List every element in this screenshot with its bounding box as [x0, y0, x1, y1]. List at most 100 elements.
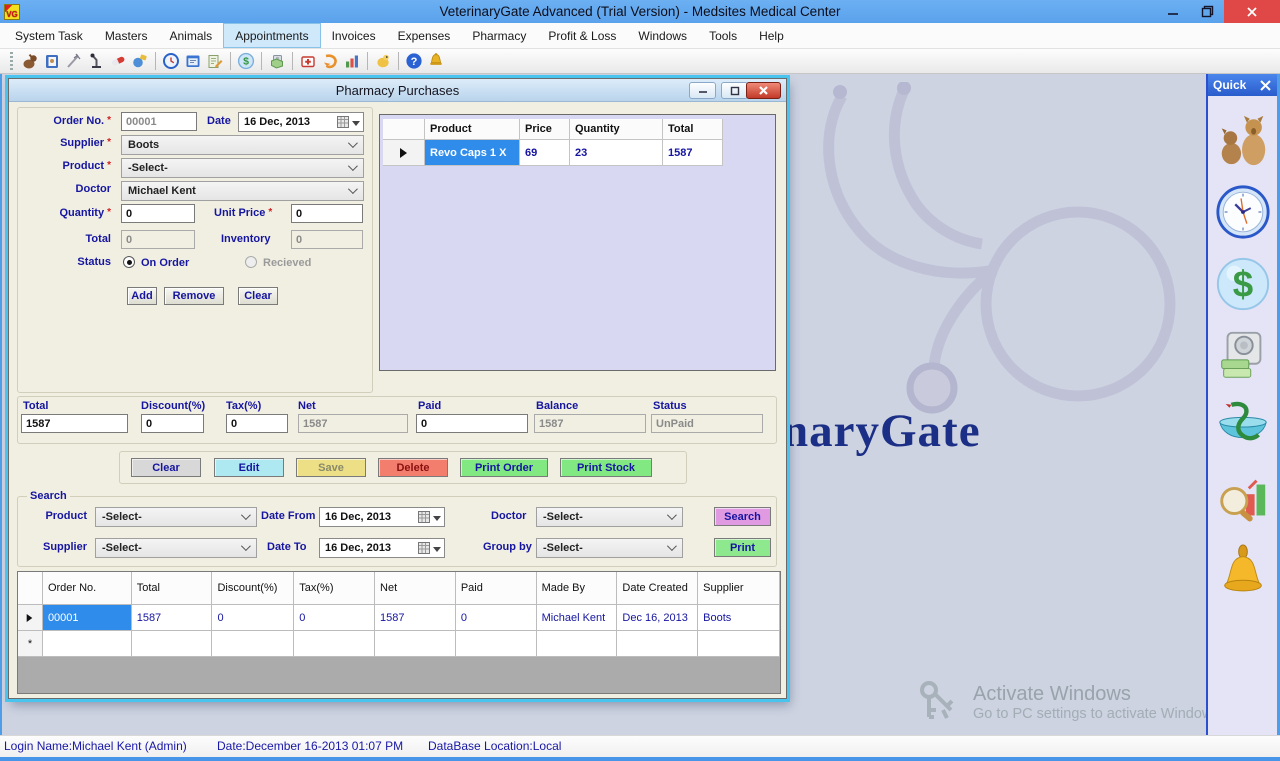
save-button[interactable]: Save: [296, 458, 366, 477]
empty-cell[interactable]: [456, 631, 537, 657]
pets-icon[interactable]: [1214, 111, 1272, 169]
col-discount[interactable]: Discount(%): [212, 572, 294, 605]
orders-grid-row[interactable]: 00001 1587 0 0 1587 0 Michael Kent Dec 1…: [18, 605, 780, 631]
paid-input[interactable]: [416, 414, 528, 433]
delete-button[interactable]: Delete: [378, 458, 448, 477]
cell-net[interactable]: 1587: [375, 605, 456, 631]
empty-cell[interactable]: [132, 631, 213, 657]
supplier-combo[interactable]: Boots: [121, 135, 364, 155]
cell-paid[interactable]: 0: [456, 605, 537, 631]
pharmacy-icon[interactable]: [1214, 399, 1272, 457]
empty-cell[interactable]: [212, 631, 294, 657]
invoice-edit-icon[interactable]: [206, 52, 224, 70]
menu-item-profit-loss[interactable]: Profit & Loss: [537, 23, 627, 48]
cashbox-icon[interactable]: [1214, 327, 1272, 385]
doctor-combo[interactable]: Michael Kent: [121, 181, 364, 201]
menu-item-invoices[interactable]: Invoices: [321, 23, 387, 48]
empty-cell[interactable]: [43, 631, 132, 657]
group-by-combo[interactable]: -Select-: [536, 538, 683, 558]
clear-button[interactable]: Clear: [131, 458, 201, 477]
col-total[interactable]: Total: [132, 572, 213, 605]
cell-product[interactable]: Revo Caps 1 X: [425, 140, 520, 166]
cell-price[interactable]: 69: [520, 140, 570, 166]
cell-supplier[interactable]: Boots: [698, 605, 780, 631]
cell-discount[interactable]: 0: [212, 605, 294, 631]
col-tax[interactable]: Tax(%): [294, 572, 375, 605]
row-selector[interactable]: [383, 140, 425, 166]
search-button[interactable]: Search: [714, 507, 771, 526]
row-selector[interactable]: [18, 605, 43, 631]
search-product-combo[interactable]: -Select-: [95, 507, 257, 527]
menu-item-help[interactable]: Help: [748, 23, 795, 48]
grooming-icon[interactable]: [131, 52, 149, 70]
reports-icon[interactable]: [1214, 471, 1272, 529]
date-dropdown-arrow[interactable]: [352, 121, 360, 126]
add-button[interactable]: Add: [127, 287, 157, 305]
cell-quantity[interactable]: 23: [570, 140, 663, 166]
date-dropdown-arrow[interactable]: [433, 547, 441, 552]
col-order-no[interactable]: Order No.: [43, 572, 132, 605]
clear-line-button[interactable]: Clear: [238, 287, 278, 305]
col-price[interactable]: Price: [520, 119, 570, 140]
col-net[interactable]: Net: [375, 572, 456, 605]
dollar-globe-icon[interactable]: $: [237, 52, 255, 70]
calendar-icon[interactable]: [337, 116, 349, 128]
undo-arrow-icon[interactable]: [321, 52, 339, 70]
restore-button[interactable]: [1190, 0, 1224, 23]
dog-icon[interactable]: [21, 52, 39, 70]
menu-item-system-task[interactable]: System Task: [4, 23, 94, 48]
menu-item-tools[interactable]: Tools: [698, 23, 748, 48]
print-order-button[interactable]: Print Order: [460, 458, 548, 477]
remove-button[interactable]: Remove: [164, 287, 224, 305]
print-button[interactable]: Print: [714, 538, 771, 557]
cell-tax[interactable]: 0: [294, 605, 375, 631]
on-order-radio[interactable]: [123, 256, 135, 268]
menu-item-masters[interactable]: Masters: [94, 23, 159, 48]
dialog-close-button[interactable]: [746, 82, 781, 99]
expense-box-icon[interactable]: [268, 52, 286, 70]
cell-order-no[interactable]: 00001: [43, 605, 132, 631]
cell-date-created[interactable]: Dec 16, 2013: [617, 605, 698, 631]
date-to-picker[interactable]: 16 Dec, 2013: [319, 538, 445, 558]
dialog-titlebar[interactable]: Pharmacy Purchases: [9, 79, 786, 102]
empty-cell[interactable]: [698, 631, 780, 657]
minimize-button[interactable]: [1156, 0, 1190, 23]
product-combo[interactable]: -Select-: [121, 158, 364, 178]
dialog-minimize-button[interactable]: [689, 82, 716, 99]
empty-cell[interactable]: [294, 631, 375, 657]
whip-icon[interactable]: [65, 52, 83, 70]
stock-chart-icon[interactable]: [343, 52, 361, 70]
dialog-restore-button[interactable]: [721, 82, 748, 99]
items-grid-row[interactable]: Revo Caps 1 X 69 23 1587: [383, 140, 775, 166]
calendar-icon[interactable]: [418, 542, 430, 554]
order-no-input[interactable]: [121, 112, 197, 131]
firstaid-cart-icon[interactable]: [299, 52, 317, 70]
menu-item-appointments[interactable]: Appointments: [223, 23, 320, 48]
col-supplier[interactable]: Supplier: [698, 572, 780, 605]
unit-price-input[interactable]: [291, 204, 363, 223]
reminder-bell-icon[interactable]: [1214, 543, 1272, 601]
menu-item-animals[interactable]: Animals: [159, 23, 224, 48]
discount-input[interactable]: [141, 414, 204, 433]
col-paid[interactable]: Paid: [456, 572, 537, 605]
finance-icon[interactable]: $: [1214, 255, 1272, 313]
col-product[interactable]: Product: [425, 119, 520, 140]
col-date-created[interactable]: Date Created: [617, 572, 698, 605]
alert-icon[interactable]: [374, 52, 392, 70]
date-from-picker[interactable]: 16 Dec, 2013: [319, 507, 445, 527]
total-input[interactable]: [21, 414, 128, 433]
date-picker[interactable]: 16 Dec, 2013: [238, 112, 364, 132]
col-total[interactable]: Total: [663, 119, 723, 140]
orders-grid-new-row[interactable]: *: [18, 631, 780, 657]
menu-item-pharmacy[interactable]: Pharmacy: [461, 23, 537, 48]
help-icon[interactable]: ?: [405, 52, 423, 70]
edit-button[interactable]: Edit: [214, 458, 284, 477]
tax-input[interactable]: [226, 414, 288, 433]
menu-item-windows[interactable]: Windows: [627, 23, 698, 48]
col-made-by[interactable]: Made By: [537, 572, 618, 605]
clock-icon[interactable]: [162, 52, 180, 70]
menu-item-expenses[interactable]: Expenses: [387, 23, 462, 48]
calendar-icon[interactable]: [184, 52, 202, 70]
cell-total[interactable]: 1587: [663, 140, 723, 166]
quick-close-icon[interactable]: [1259, 79, 1272, 92]
